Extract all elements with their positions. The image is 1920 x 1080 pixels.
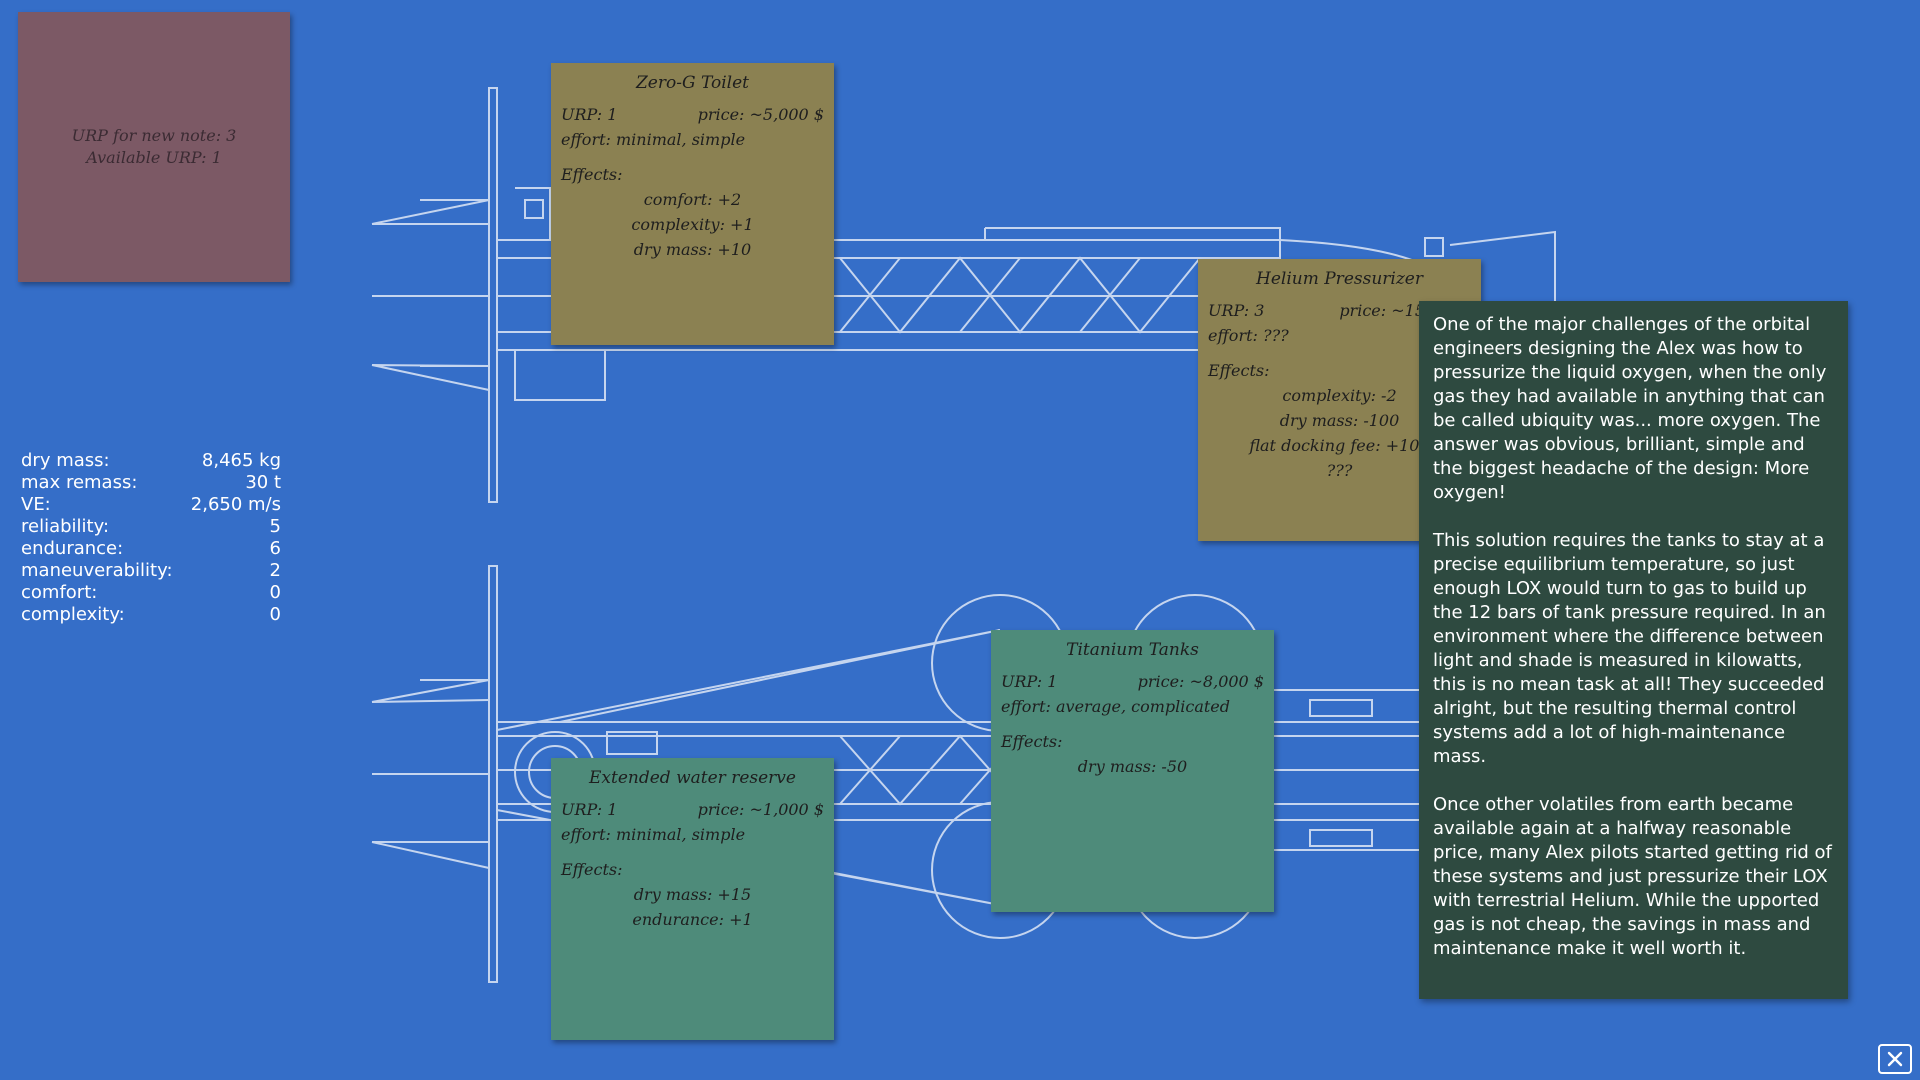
note-zero-g-toilet[interactable]: Zero-G Toilet URP: 1 price: ~5,000 $ eff… (551, 63, 834, 345)
note-titanium-tanks[interactable]: Titanium Tanks URP: 1 price: ~8,000 $ ef… (991, 630, 1274, 912)
stat-value: 6 (269, 538, 281, 559)
stat-value: 8,465 kg (201, 450, 281, 471)
stat-label: max remass: (21, 472, 138, 493)
info-paragraph: One of the major challenges of the orbit… (1433, 314, 1827, 503)
stat-ve: VE: 2,650 m/s (21, 494, 281, 516)
note-effort: effort: minimal, simple (561, 130, 746, 149)
note-price: price: ~15 (1339, 301, 1425, 320)
stat-dry-mass: dry mass: 8,465 kg (21, 450, 281, 472)
stat-label: complexity: (21, 604, 125, 625)
stat-max-remass: max remass: 30 t (21, 472, 281, 494)
stat-comfort: comfort: 0 (21, 582, 281, 604)
info-paragraph: This solution requires the tanks to stay… (1433, 530, 1826, 767)
info-paragraph: Once other volatiles from earth became a… (1433, 794, 1832, 959)
note-effect: dry mass: -50 (1077, 757, 1188, 776)
stat-label: endurance: (21, 538, 124, 559)
stat-label: dry mass: (21, 450, 110, 471)
note-effort: effort: minimal, simple (561, 825, 746, 844)
stat-value: 2,650 m/s (190, 494, 281, 515)
note-effect: dry mass: +15 (633, 885, 752, 904)
urp-available-text: Available URP: 1 (86, 148, 222, 167)
note-effort: effort: average, complicated (1001, 697, 1230, 716)
note-effects-label: Effects: (561, 860, 623, 879)
close-button[interactable] (1878, 1044, 1912, 1074)
note-extended-water-reserve[interactable]: Extended water reserve URP: 1 price: ~1,… (551, 758, 834, 1040)
note-urp: URP: 1 (561, 800, 618, 819)
stat-value: 30 t (245, 472, 281, 493)
stat-endurance: endurance: 6 (21, 538, 281, 560)
note-price: price: ~5,000 $ (697, 105, 824, 124)
note-title: Titanium Tanks (1066, 640, 1199, 660)
stat-label: VE: (21, 494, 51, 515)
note-effect: endurance: +1 (632, 910, 753, 929)
stat-reliability: reliability: 5 (21, 516, 281, 538)
stat-complexity: complexity: 0 (21, 604, 281, 626)
stat-value: 2 (269, 560, 281, 581)
note-effect: complexity: +1 (631, 215, 754, 234)
note-urp: URP: 3 (1208, 301, 1265, 320)
urp-note[interactable]: URP for new note: 3 Available URP: 1 (18, 12, 290, 282)
note-title: Extended water reserve (589, 768, 796, 788)
stat-label: maneuverability: (21, 560, 173, 581)
note-price: price: ~1,000 $ (697, 800, 824, 819)
note-title: Helium Pressurizer (1256, 269, 1423, 289)
note-price: price: ~8,000 $ (1137, 672, 1264, 691)
ship-stats-panel: dry mass: 8,465 kg max remass: 30 t VE: … (21, 450, 281, 626)
stat-value: 5 (269, 516, 281, 537)
note-effect: comfort: +2 (643, 190, 742, 209)
stat-value: 0 (269, 604, 281, 625)
urp-cost-text: URP for new note: 3 (71, 126, 237, 145)
stat-maneuverability: maneuverability: 2 (21, 560, 281, 582)
close-x-icon (1887, 1051, 1903, 1067)
note-effect: dry mass: +10 (633, 240, 752, 259)
stat-label: reliability: (21, 516, 110, 537)
note-title: Zero-G Toilet (636, 73, 749, 93)
note-effects-label: Effects: (1001, 732, 1063, 751)
info-description-panel: One of the major challenges of the orbit… (1419, 301, 1848, 999)
note-urp: URP: 1 (561, 105, 618, 124)
stat-label: comfort: (21, 582, 98, 603)
note-urp: URP: 1 (1001, 672, 1058, 691)
stat-value: 0 (269, 582, 281, 603)
note-effects-label: Effects: (561, 165, 623, 184)
